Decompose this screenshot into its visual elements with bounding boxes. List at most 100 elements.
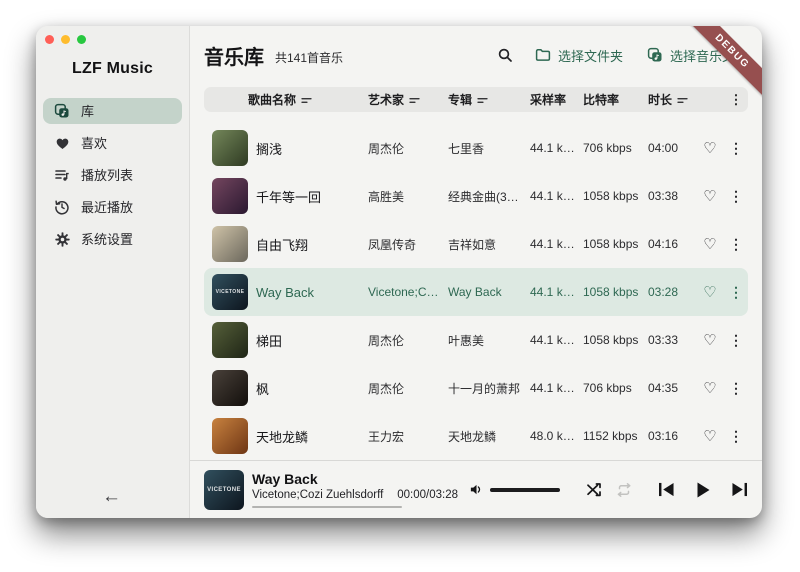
row-menu-button[interactable]: ⋮ xyxy=(727,380,745,397)
search-icon xyxy=(497,47,513,63)
song-artist: 凤凰传奇 xyxy=(368,236,448,253)
sort-icon xyxy=(409,96,420,105)
select-folder-label: 选择文件夹 xyxy=(558,46,623,65)
song-title: 搁浅 xyxy=(256,139,368,158)
song-title: 枫 xyxy=(256,379,368,398)
song-sample-rate: 44.1 kHz xyxy=(530,381,583,395)
app-window: LZF Music 库 喜欢 播放列表 xyxy=(36,26,762,518)
repeat-button[interactable] xyxy=(616,483,632,497)
previous-track-button[interactable] xyxy=(658,482,675,497)
next-track-button[interactable] xyxy=(731,482,748,497)
sidebar-item-0[interactable]: 库 xyxy=(43,98,182,124)
song-sample-rate: 44.1 kHz xyxy=(530,333,583,347)
minimize-window-button[interactable] xyxy=(61,35,70,44)
sidebar-item-label: 系统设置 xyxy=(81,233,133,246)
main-panel: DEBUG 音乐库 共141首音乐 选择文件夹 选择音乐文件 歌曲名称 艺术家 … xyxy=(190,26,762,518)
song-row-6[interactable]: 天地龙鳞 王力宏 天地龙鳞 48.0 kHz 1152 kbps 03:16 ♡… xyxy=(204,412,748,460)
song-bitrate: 1058 kbps xyxy=(583,237,648,251)
favorite-button[interactable]: ♡ xyxy=(693,139,727,157)
song-title: 天地龙鳞 xyxy=(256,427,368,446)
volume-icon xyxy=(469,482,484,497)
sidebar-item-1[interactable]: 喜欢 xyxy=(43,130,182,156)
playlist-icon xyxy=(54,167,70,183)
row-menu-button[interactable]: ⋮ xyxy=(727,140,745,157)
sidebar-item-label: 播放列表 xyxy=(81,169,133,182)
favorite-button[interactable]: ♡ xyxy=(693,187,727,205)
album-art: VICETONE xyxy=(212,274,248,310)
play-button[interactable] xyxy=(695,481,711,499)
song-row-3[interactable]: VICETONE Way Back Vicetone;Cozi Zuehlsdo… xyxy=(204,268,748,316)
back-button[interactable]: ← xyxy=(102,487,121,506)
song-artist: 高胜美 xyxy=(368,188,448,205)
album-art xyxy=(212,370,248,406)
favorite-button[interactable]: ♡ xyxy=(693,379,727,397)
favorite-button[interactable]: ♡ xyxy=(693,427,727,445)
column-header-1[interactable]: 艺术家 xyxy=(368,91,448,108)
sort-icon xyxy=(301,96,312,105)
main-header: 音乐库 共141首音乐 选择文件夹 选择音乐文件 xyxy=(190,26,762,74)
close-window-button[interactable] xyxy=(45,35,54,44)
song-count: 共141首音乐 xyxy=(275,49,343,66)
sidebar-item-3[interactable]: 最近播放 xyxy=(43,194,182,220)
play-icon xyxy=(695,481,711,499)
column-header-3[interactable]: 采样率 xyxy=(530,91,583,108)
sort-icon xyxy=(477,96,488,105)
shuffle-button[interactable] xyxy=(586,483,602,497)
music-file-icon xyxy=(647,47,663,63)
song-row-4[interactable]: 梯田 周杰伦 叶惠美 44.1 kHz 1058 kbps 03:33 ♡ ⋮ xyxy=(204,316,748,364)
volume-button[interactable] xyxy=(469,482,484,497)
app-title: LZF Music xyxy=(36,60,189,78)
time-display: 00:00/03:28 xyxy=(397,489,458,501)
shuffle-icon xyxy=(586,483,602,497)
row-menu-button[interactable]: ⋮ xyxy=(727,284,745,301)
row-menu-button[interactable]: ⋮ xyxy=(727,428,745,445)
song-row-2[interactable]: 自由飞翔 凤凰传奇 吉祥如意 44.1 kHz 1058 kbps 04:16 … xyxy=(204,220,748,268)
folder-icon xyxy=(535,47,551,63)
favorite-button[interactable]: ♡ xyxy=(693,283,727,301)
header-menu-button[interactable]: ⋮ xyxy=(727,92,745,108)
song-bitrate: 706 kbps xyxy=(583,381,648,395)
volume-slider[interactable] xyxy=(490,488,560,492)
sidebar-nav: 库 喜欢 播放列表 最近播放 xyxy=(36,98,189,252)
song-album: 吉祥如意 xyxy=(448,236,530,253)
favorite-button[interactable]: ♡ xyxy=(693,235,727,253)
zoom-window-button[interactable] xyxy=(77,35,86,44)
song-album: 天地龙鳞 xyxy=(448,428,530,445)
now-playing-info: Way Back Vicetone;Cozi Zuehlsdorff 00:00… xyxy=(252,471,402,508)
song-bitrate: 1058 kbps xyxy=(583,189,648,203)
favorite-button[interactable]: ♡ xyxy=(693,331,727,349)
row-menu-button[interactable]: ⋮ xyxy=(727,188,745,205)
now-playing-artist: Vicetone;Cozi Zuehlsdorff xyxy=(252,489,383,501)
song-row-0[interactable]: 搁浅 周杰伦 七里香 44.1 kHz 706 kbps 04:00 ♡ ⋮ xyxy=(204,124,748,172)
column-header-0[interactable]: 歌曲名称 xyxy=(212,91,368,108)
column-label: 艺术家 xyxy=(368,91,404,108)
album-art xyxy=(212,418,248,454)
column-header-5[interactable]: 时长 xyxy=(648,91,693,108)
sidebar-item-label: 喜欢 xyxy=(81,137,107,150)
song-bitrate: 1058 kbps xyxy=(583,333,648,347)
song-row-1[interactable]: 千年等一回 高胜美 经典金曲(3)如果... 44.1 kHz 1058 kbp… xyxy=(204,172,748,220)
traffic-lights xyxy=(45,35,86,44)
select-folder-button[interactable]: 选择文件夹 xyxy=(535,46,623,65)
song-bitrate: 1058 kbps xyxy=(583,285,648,299)
row-menu-button[interactable]: ⋮ xyxy=(727,332,745,349)
sidebar-item-2[interactable]: 播放列表 xyxy=(43,162,182,188)
song-bitrate: 706 kbps xyxy=(583,141,648,155)
skip-next-icon xyxy=(731,482,748,497)
column-header-2[interactable]: 专辑 xyxy=(448,91,530,108)
row-menu-button[interactable]: ⋮ xyxy=(727,236,745,253)
song-row-5[interactable]: 枫 周杰伦 十一月的萧邦 44.1 kHz 706 kbps 04:35 ♡ ⋮ xyxy=(204,364,748,412)
now-playing-art: VICETONE xyxy=(204,470,244,510)
song-sample-rate: 44.1 kHz xyxy=(530,285,583,299)
song-sample-rate: 44.1 kHz xyxy=(530,237,583,251)
column-label: 歌曲名称 xyxy=(248,91,296,108)
now-playing-title: Way Back xyxy=(252,471,402,487)
player-controls xyxy=(469,481,748,499)
search-button[interactable] xyxy=(497,47,513,63)
sidebar-item-4[interactable]: 系统设置 xyxy=(43,226,182,252)
column-header-4[interactable]: 比特率 xyxy=(583,91,648,108)
progress-bar[interactable] xyxy=(252,506,402,508)
song-list: 搁浅 周杰伦 七里香 44.1 kHz 706 kbps 04:00 ♡ ⋮ 千… xyxy=(204,124,748,460)
song-duration: 04:16 xyxy=(648,237,693,251)
song-title: 梯田 xyxy=(256,331,368,350)
